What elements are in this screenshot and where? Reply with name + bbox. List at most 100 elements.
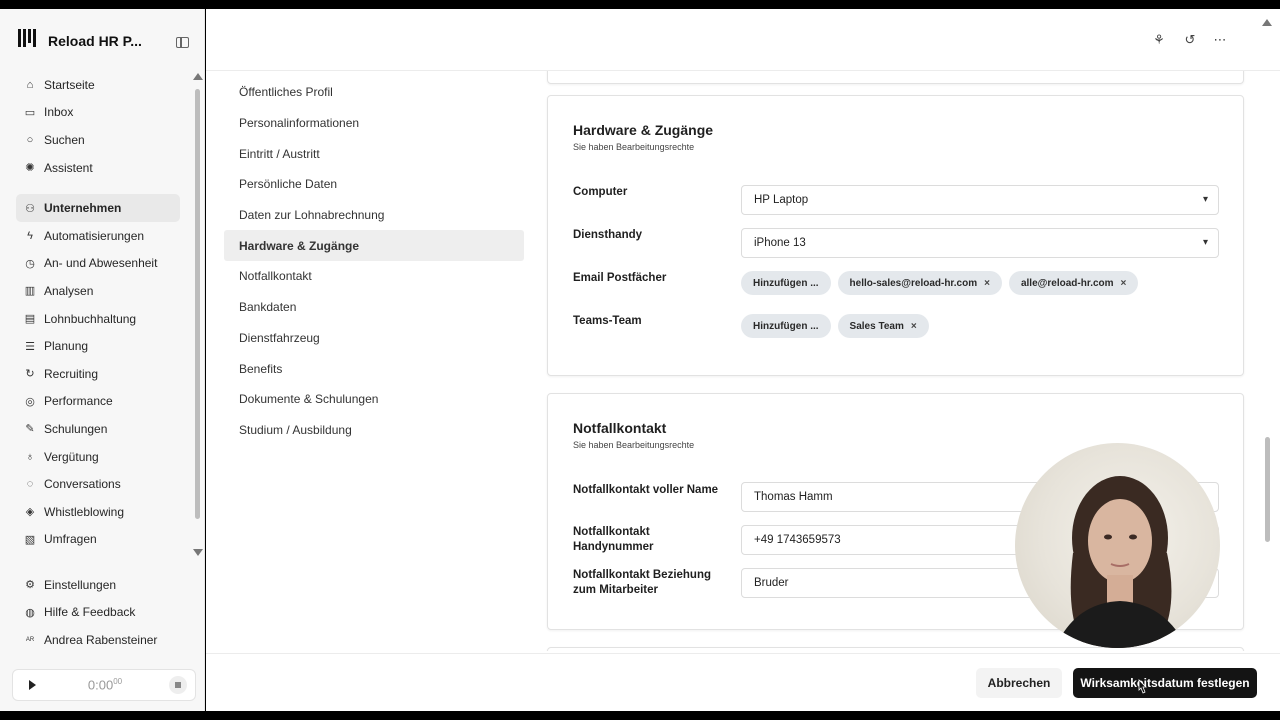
content-scroll-up-icon[interactable] bbox=[1262, 19, 1272, 26]
sidebar-item-lohnbuchhaltung[interactable]: ▤ Lohnbuchhaltung bbox=[16, 305, 180, 333]
sidebar-item-label: Hilfe & Feedback bbox=[44, 605, 136, 620]
subnav-item[interactable]: Personalinformationen bbox=[224, 108, 524, 139]
sidebar-item-label: An- und Abwesenheit bbox=[44, 256, 158, 271]
sidebar-item-einstellungen[interactable]: ⚙ Einstellungen bbox=[16, 571, 180, 599]
subnav-item[interactable]: Notfallkontakt bbox=[224, 261, 524, 292]
sidebar-item-label: Analysen bbox=[44, 283, 94, 298]
absence-icon: ◷ bbox=[25, 257, 35, 270]
sidebar-item-andrea-rabensteiner[interactable]: AR Andrea Rabensteiner bbox=[16, 626, 180, 654]
subnav-item[interactable]: Eintritt / Austritt bbox=[224, 138, 524, 169]
more-icon[interactable]: ⋯ bbox=[1213, 33, 1227, 47]
sidebar-item-label: Planung bbox=[44, 339, 89, 354]
search-icon: ○ bbox=[26, 133, 34, 146]
cancel-button[interactable]: Abbrechen bbox=[976, 668, 1062, 698]
subnav-item[interactable]: Persönliche Daten bbox=[224, 169, 524, 200]
assistant-icon: ✺ bbox=[25, 162, 35, 175]
sidebar-item-label: Andrea Rabensteiner bbox=[44, 632, 158, 647]
sidebar-item-suchen[interactable]: ○ Suchen bbox=[16, 126, 180, 154]
conversations-icon: ◌ bbox=[26, 478, 34, 491]
webcam-overlay bbox=[1015, 443, 1220, 648]
sidebar-scroll-up-icon[interactable] bbox=[193, 73, 203, 80]
inbox-icon: ▭ bbox=[24, 106, 36, 119]
subnav-item[interactable]: Dienstfahrzeug bbox=[224, 323, 524, 354]
screen-top-border bbox=[0, 0, 1280, 9]
phone-select[interactable]: iPhone 13 ▾ bbox=[741, 228, 1219, 258]
sidebar-scrollbar[interactable] bbox=[195, 89, 200, 519]
chevron-down-icon: ▾ bbox=[1202, 194, 1208, 205]
sidebar-item-conversations[interactable]: ◌ Conversations bbox=[16, 470, 180, 498]
sidebar-item-label: Conversations bbox=[44, 477, 121, 492]
chevron-down-icon: ▾ bbox=[1202, 237, 1208, 248]
sidebar-item-inbox[interactable]: ▭ Inbox bbox=[16, 99, 180, 127]
sidebar-item-label: Vergütung bbox=[44, 449, 99, 464]
sidebar-item-performance[interactable]: ◎ Performance bbox=[16, 388, 180, 416]
sidebar-item-assistent[interactable]: ✺ Assistent bbox=[16, 154, 180, 182]
previous-card bbox=[547, 71, 1244, 84]
sidebar-item-label: Performance bbox=[44, 394, 113, 409]
sidebar-item-planung[interactable]: ☰ Planung bbox=[16, 332, 180, 360]
sidebar-item-label: Recruiting bbox=[44, 366, 99, 381]
close-icon[interactable]: × bbox=[984, 278, 990, 289]
computer-label: Computer bbox=[573, 186, 628, 198]
sidebar-item-whistleblowing[interactable]: ◈ Whistleblowing bbox=[16, 498, 180, 526]
analytics-icon: ▥ bbox=[24, 285, 36, 298]
computer-select[interactable]: HP Laptop ▾ bbox=[741, 185, 1219, 215]
teams-chip[interactable]: Sales Team × bbox=[837, 314, 929, 338]
email-chip[interactable]: alle@reload-hr.com × bbox=[1008, 271, 1139, 295]
play-icon[interactable] bbox=[23, 676, 41, 694]
history-icon[interactable]: ↺ bbox=[1183, 33, 1197, 47]
sidebar-item-schulungen[interactable]: ✎ Schulungen bbox=[16, 415, 180, 443]
sidebar-item-analysen[interactable]: ▥ Analysen bbox=[16, 277, 180, 305]
teams-chips: Hinzufügen ... Sales Team × bbox=[741, 314, 929, 338]
sidebar-item-an-und-abwesenheit[interactable]: ◷ An- und Abwesenheit bbox=[16, 250, 180, 278]
sidebar-item-hilfe-feedback[interactable]: ◍ Hilfe & Feedback bbox=[16, 599, 180, 627]
sidebar-item-label: Lohnbuchhaltung bbox=[44, 311, 137, 326]
sidebar-item-startseite[interactable]: ⌂ Startseite bbox=[16, 71, 180, 99]
emergency-relation-label: Notfallkontakt Beziehung zum Mitarbeiter bbox=[573, 569, 712, 596]
subnav-item[interactable]: Benefits bbox=[224, 353, 524, 384]
sidebar-item-label: Umfragen bbox=[44, 532, 97, 547]
subnav-item[interactable]: Daten zur Lohnabrechnung bbox=[224, 200, 524, 231]
teams-label: Teams-Team bbox=[573, 315, 642, 327]
subnav-item[interactable]: Öffentliches Profil bbox=[224, 77, 524, 108]
email-chip[interactable]: hello-sales@reload-hr.com × bbox=[837, 271, 1002, 295]
org-chart-icon[interactable]: ⚘ bbox=[1152, 33, 1166, 47]
sidebar-item-unternehmen[interactable]: ⚇ Unternehmen bbox=[16, 194, 180, 222]
sidebar-bottom-nav: ⚙ Einstellungen ◍ Hilfe & Feedback AR Andrea … bbox=[16, 571, 180, 654]
card-title: Notfallkontakt bbox=[573, 420, 667, 436]
brand[interactable]: Reload HR P... bbox=[18, 29, 142, 53]
planning-icon: ☰ bbox=[25, 340, 35, 353]
close-icon[interactable]: × bbox=[1121, 278, 1127, 289]
avatar-icon: AR bbox=[25, 636, 35, 643]
subnav-item[interactable]: Hardware & Zugänge bbox=[224, 230, 524, 262]
nav-divider bbox=[16, 181, 180, 194]
set-effective-date-button[interactable]: Wirksamkeitsdatum festlegen bbox=[1073, 668, 1257, 698]
sidebar-nav: ⌂ Startseite ▭ Inbox ○ Suchen ✺ Assistent ⚇ Unter… bbox=[16, 71, 180, 553]
screen-bottom-border bbox=[0, 711, 1280, 720]
sidebar-item-verg-tung[interactable]: ♁ Vergütung bbox=[16, 443, 180, 471]
card-title: Hardware & Zugänge bbox=[573, 122, 714, 138]
sidebar-item-label: Unternehmen bbox=[44, 201, 122, 216]
sidebar-item-umfragen[interactable]: ▧ Umfragen bbox=[16, 526, 180, 554]
subnav-item[interactable]: Dokumente & Schulungen bbox=[224, 384, 524, 415]
subnav-item[interactable]: Studium / Ausbildung bbox=[224, 415, 524, 446]
teams-add-chip[interactable]: Hinzufügen ... bbox=[741, 314, 831, 338]
reload-logo-icon bbox=[18, 29, 40, 53]
sidebar-item-label: Schulungen bbox=[44, 421, 108, 436]
sidebar-item-recruiting[interactable]: ↻ Recruiting bbox=[16, 360, 180, 388]
stop-icon[interactable] bbox=[169, 676, 187, 694]
gear-icon: ⚙ bbox=[25, 579, 35, 592]
sidebar-item-label: Einstellungen bbox=[44, 577, 117, 592]
company-icon: ⚇ bbox=[25, 202, 35, 215]
sidebar-item-automatisierungen[interactable]: ϟ Automatisierungen bbox=[16, 222, 180, 250]
sidebar-scroll-down-icon[interactable] bbox=[193, 549, 203, 556]
hardware-card: Hardware & Zugänge Sie haben Bearbeitung… bbox=[547, 95, 1244, 376]
content-scrollbar[interactable] bbox=[1265, 437, 1270, 542]
recruiting-icon: ↻ bbox=[25, 368, 35, 381]
survey-icon: ▧ bbox=[24, 533, 36, 546]
sidebar-toggle-icon[interactable] bbox=[176, 37, 189, 48]
main-header: ⚘ ↺ ⋯ bbox=[206, 9, 1280, 71]
close-icon[interactable]: × bbox=[911, 321, 917, 332]
subnav-item[interactable]: Bankdaten bbox=[224, 292, 524, 323]
email-add-chip[interactable]: Hinzufügen ... bbox=[741, 271, 831, 295]
